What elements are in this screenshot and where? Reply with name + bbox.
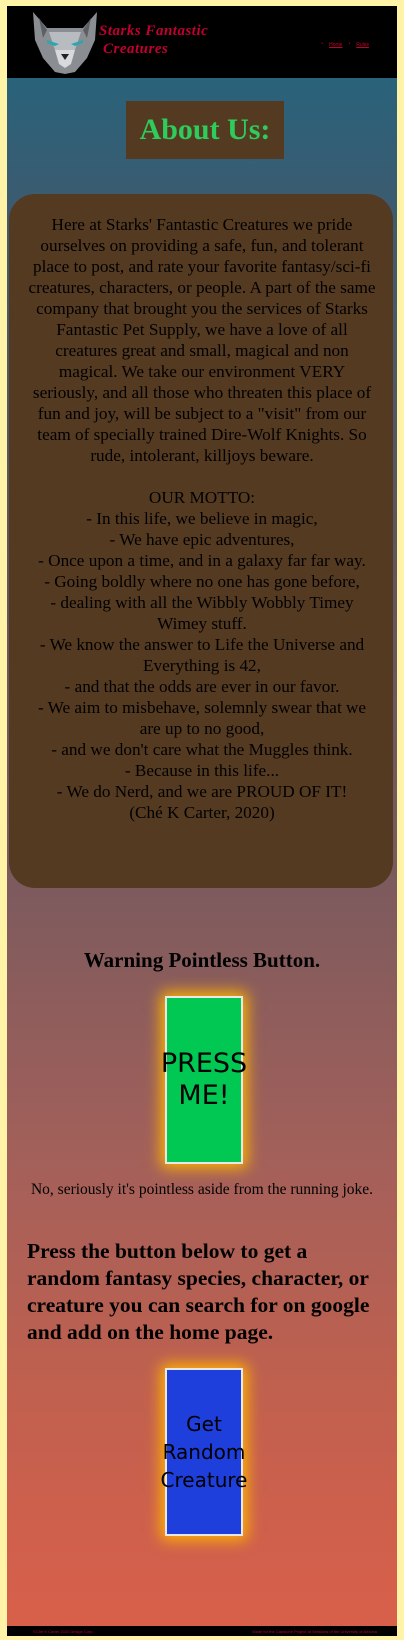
motto-line: - dealing with all the Wibbly Wobbly Tim… (50, 593, 354, 633)
motto-line: - In this life, we believe in magic, (86, 509, 318, 528)
motto-line: - We aim to misbehave, solemnly swear th… (37, 698, 367, 738)
motto-line: - Once upon a time, and in a galaxy far … (38, 551, 366, 570)
get-random-creature-button[interactable]: Get Random Creature (161, 1368, 247, 1536)
motto-line: - We know the answer to Life the Univers… (39, 635, 365, 675)
random-instructions: Press the button below to get a random f… (27, 1239, 370, 1344)
motto-line: - We have epic adventures, (109, 530, 295, 549)
pointless-note: No, seriously it's pointless aside from … (30, 1181, 374, 1198)
brand-logo-text[interactable]: Starks Fantastic Creatures (99, 22, 208, 58)
motto-line: - Because in this life... (124, 761, 280, 780)
about-title: About Us: (139, 113, 271, 146)
nav-link-home[interactable]: Home (329, 42, 342, 48)
about-body: Here at Starks' Fantastic Creatures we p… (27, 214, 377, 823)
main-nav: • Home • Rules (321, 42, 369, 48)
site-header: Starks Fantastic Creatures • Home • Rule… (7, 6, 397, 78)
pointless-heading: Warning Pointless Button. (83, 948, 321, 972)
nav-bullet-icon: • (321, 42, 324, 47)
nav-bullet-icon: • (348, 42, 351, 47)
press-me-button[interactable]: PRESS ME! (161, 996, 247, 1164)
motto-line: - and that the odds are ever in our favo… (64, 677, 340, 696)
site-footer: ©Ché K Carter 2020 Design Corp. Made for… (7, 1626, 397, 1636)
nav-link-rules[interactable]: Rules (356, 42, 369, 48)
signature: (Ché K Carter, 2020) (129, 803, 275, 822)
about-paragraph: Here at Starks' Fantastic Creatures we p… (28, 215, 376, 465)
page-frame: Starks Fantastic Creatures • Home • Rule… (7, 6, 397, 1636)
footer-copyright: ©Ché K Carter 2020 Design Corp. (33, 1629, 94, 1634)
motto-line: - Going boldly where no one has gone bef… (44, 572, 360, 591)
about-card: Here at Starks' Fantastic Creatures we p… (9, 194, 393, 888)
motto-heading: OUR MOTTO: (148, 488, 256, 507)
motto-line: - and we don't care what the Muggles thi… (51, 740, 353, 759)
footer-credit: Made for the Capstone Project at Session… (252, 1629, 377, 1634)
brand-line-2: Creatures (103, 41, 169, 57)
motto-line: - We do Nerd, and we are PROUD OF IT! (56, 782, 348, 801)
brand-line-1: Starks Fantastic (99, 23, 209, 39)
about-title-box: About Us: (126, 101, 284, 159)
wolf-head-icon (33, 12, 97, 74)
